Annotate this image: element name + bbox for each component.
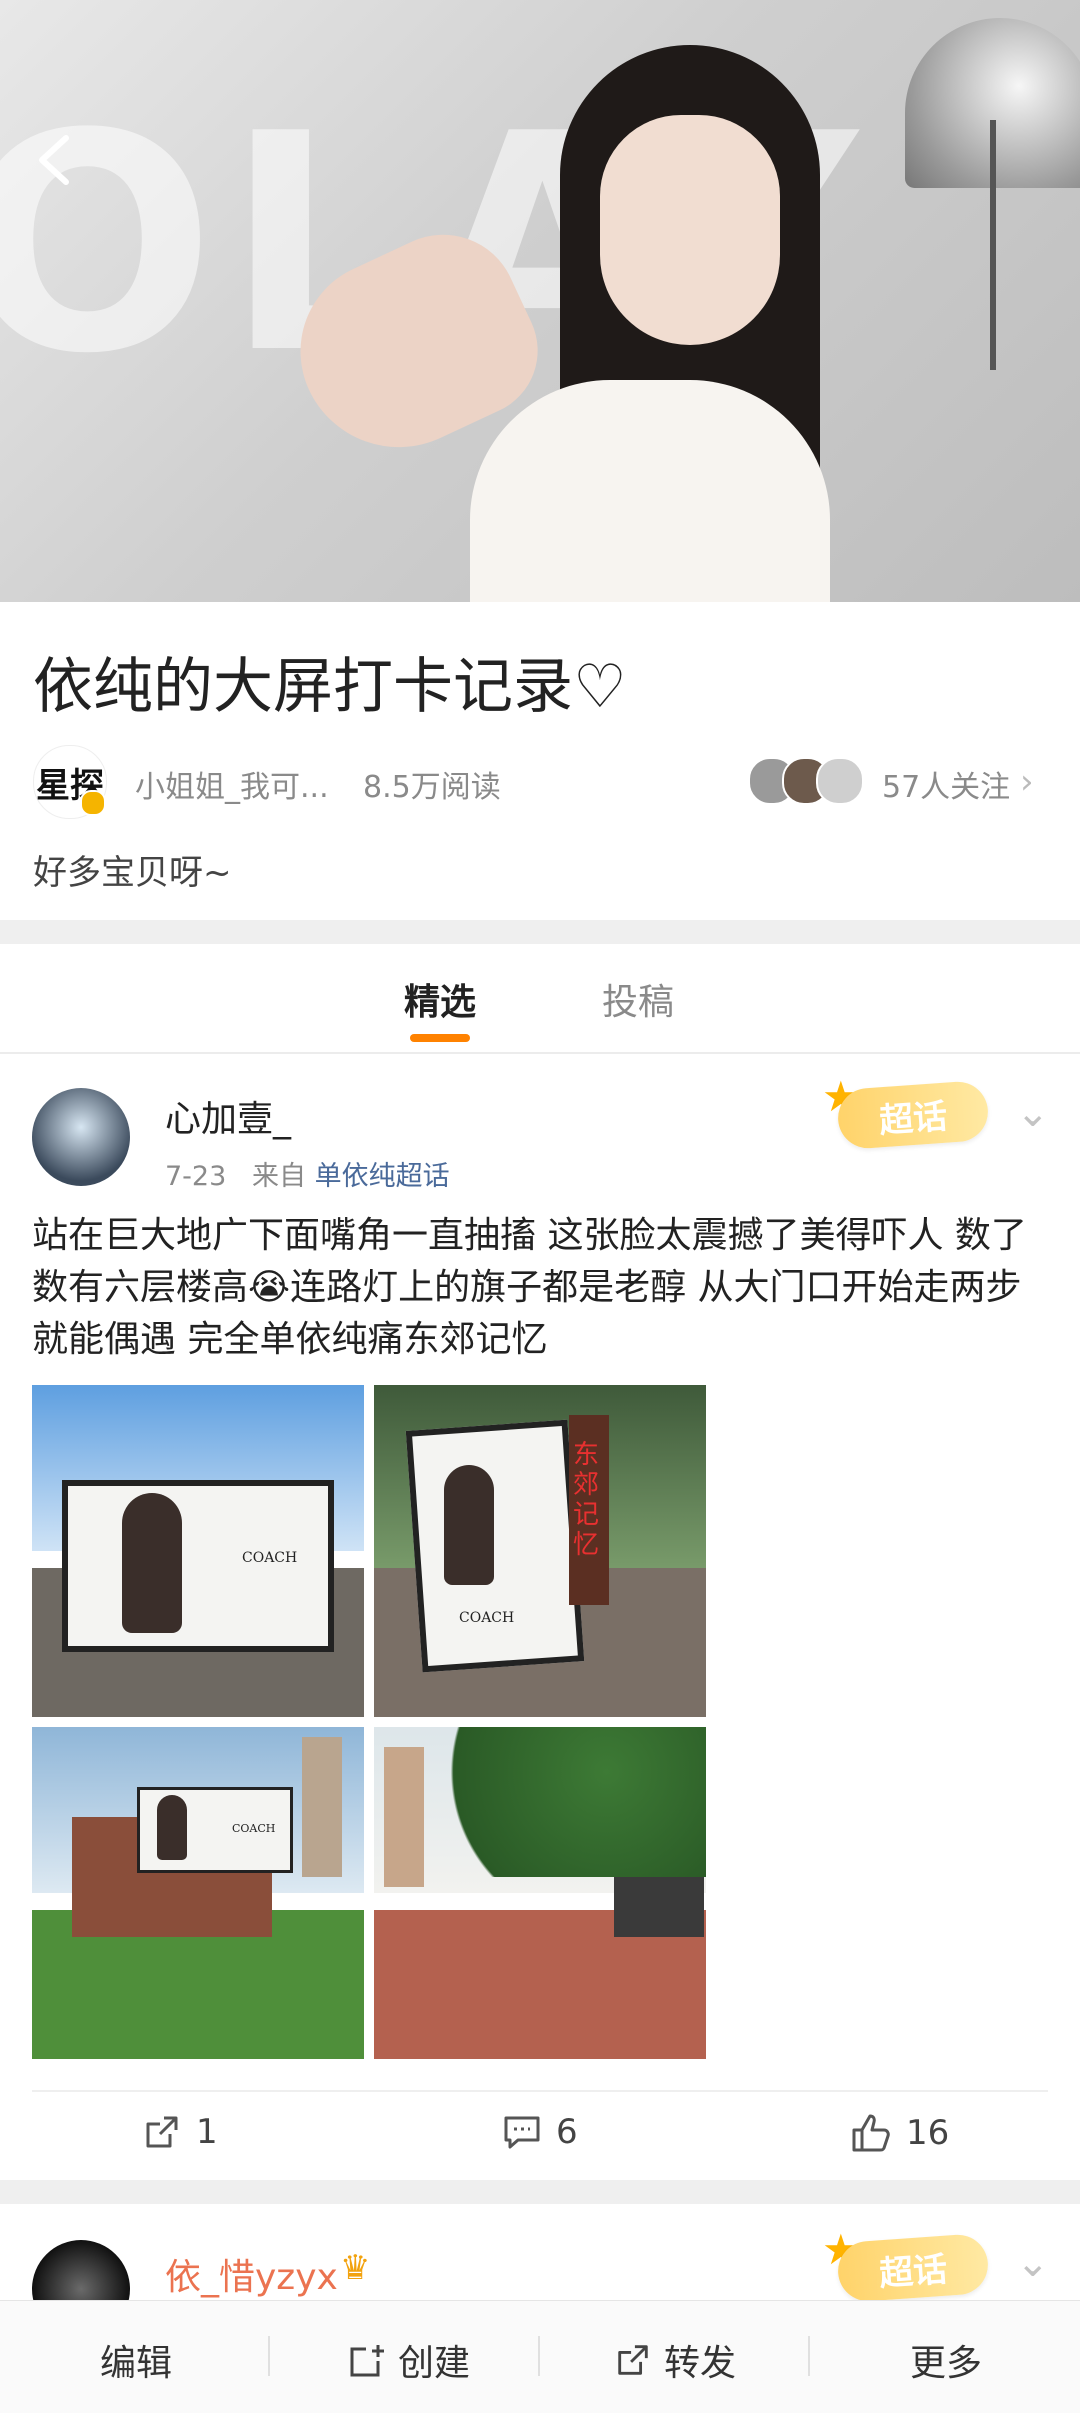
user-avatar[interactable] [32,1088,130,1186]
create-icon [350,2345,384,2377]
comment-count: 6 [556,2112,578,2152]
photo-billboard-logo: COACH [232,1822,276,1835]
host-name[interactable]: 小姐姐_我可... [135,762,329,806]
more-button[interactable]: 更多 [910,2334,982,2386]
post-text: 站在巨大地广下面嘴角一直抽搐 这张脸太震撼了美得吓人 数了数有六层楼高😭连路灯上… [32,1215,1027,1360]
divider [808,2336,810,2376]
read-count: 8.5万阅读 [363,770,501,805]
post-photo[interactable] [374,1727,706,2059]
topic-description: 好多宝贝呀~ [33,853,232,893]
post-username[interactable]: 心加壹_ [165,1090,291,1142]
crown-icon: ♛ [340,2248,371,2288]
repost-button[interactable]: 1 [142,2112,218,2152]
divider [32,2090,1048,2092]
post-username[interactable]: 依_惜yzyx [165,2248,338,2300]
verified-icon [80,790,106,816]
create-button[interactable]: 创建 [348,2334,470,2386]
post-date: 7-23 [165,1161,227,1192]
divider [268,2336,270,2376]
repost-label: 转发 [664,2343,737,2384]
photo-billboard-logo: COACH [242,1550,298,1566]
section-divider [0,2180,1080,2204]
active-tab-indicator [410,1034,470,1042]
tab-submissions[interactable]: 投稿 [602,973,674,1025]
repost-toolbar-button[interactable]: 转发 [614,2334,736,2386]
thumbs-up-icon [852,2114,890,2152]
post-meta: 7-23 来自 单依纯超话 [165,1154,450,1193]
post-source-link[interactable]: 单依纯超话 [315,1161,450,1192]
post-source-prefix: 来自 [252,1161,307,1192]
followers-count[interactable]: 57人关注 [882,762,1010,806]
follower-avatar [816,757,864,805]
section-divider [0,920,1080,944]
share-icon [146,2116,178,2148]
like-count: 16 [906,2113,950,2153]
chevron-down-icon[interactable]: ⌄ [1016,1090,1050,1136]
tab-featured[interactable]: 精选 [404,973,476,1025]
photo-sign-text: 东郊记忆 [573,1440,600,1560]
post-photo[interactable]: COACH 东郊记忆 [374,1385,706,1717]
create-label: 创建 [398,2343,471,2384]
topic-title: 依纯的大屏打卡记录♡ [33,652,627,722]
super-topic-badge[interactable]: 超话 [836,1079,990,1151]
super-topic-badge[interactable]: 超话 [836,2232,990,2304]
comment-button[interactable]: 6 [502,2112,578,2152]
topic-cover-image: OLAY [0,0,1080,602]
share-icon [618,2345,648,2375]
chevron-down-icon[interactable]: ⌄ [1016,2240,1050,2286]
post-photo[interactable]: COACH [32,1727,364,2059]
back-icon[interactable] [30,130,80,190]
edit-button[interactable]: 编辑 [100,2334,172,2386]
more-label: 更多 [910,2343,983,2384]
edit-label: 编辑 [100,2343,173,2384]
chevron-right-icon[interactable]: › [1020,762,1034,802]
post-photo[interactable]: COACH [32,1385,364,1717]
divider [538,2336,540,2376]
repost-count: 1 [196,2112,218,2152]
divider [0,1052,1080,1054]
photo-billboard-logo: COACH [459,1610,515,1626]
comment-icon [504,2116,540,2149]
like-button[interactable]: 16 [850,2112,949,2154]
